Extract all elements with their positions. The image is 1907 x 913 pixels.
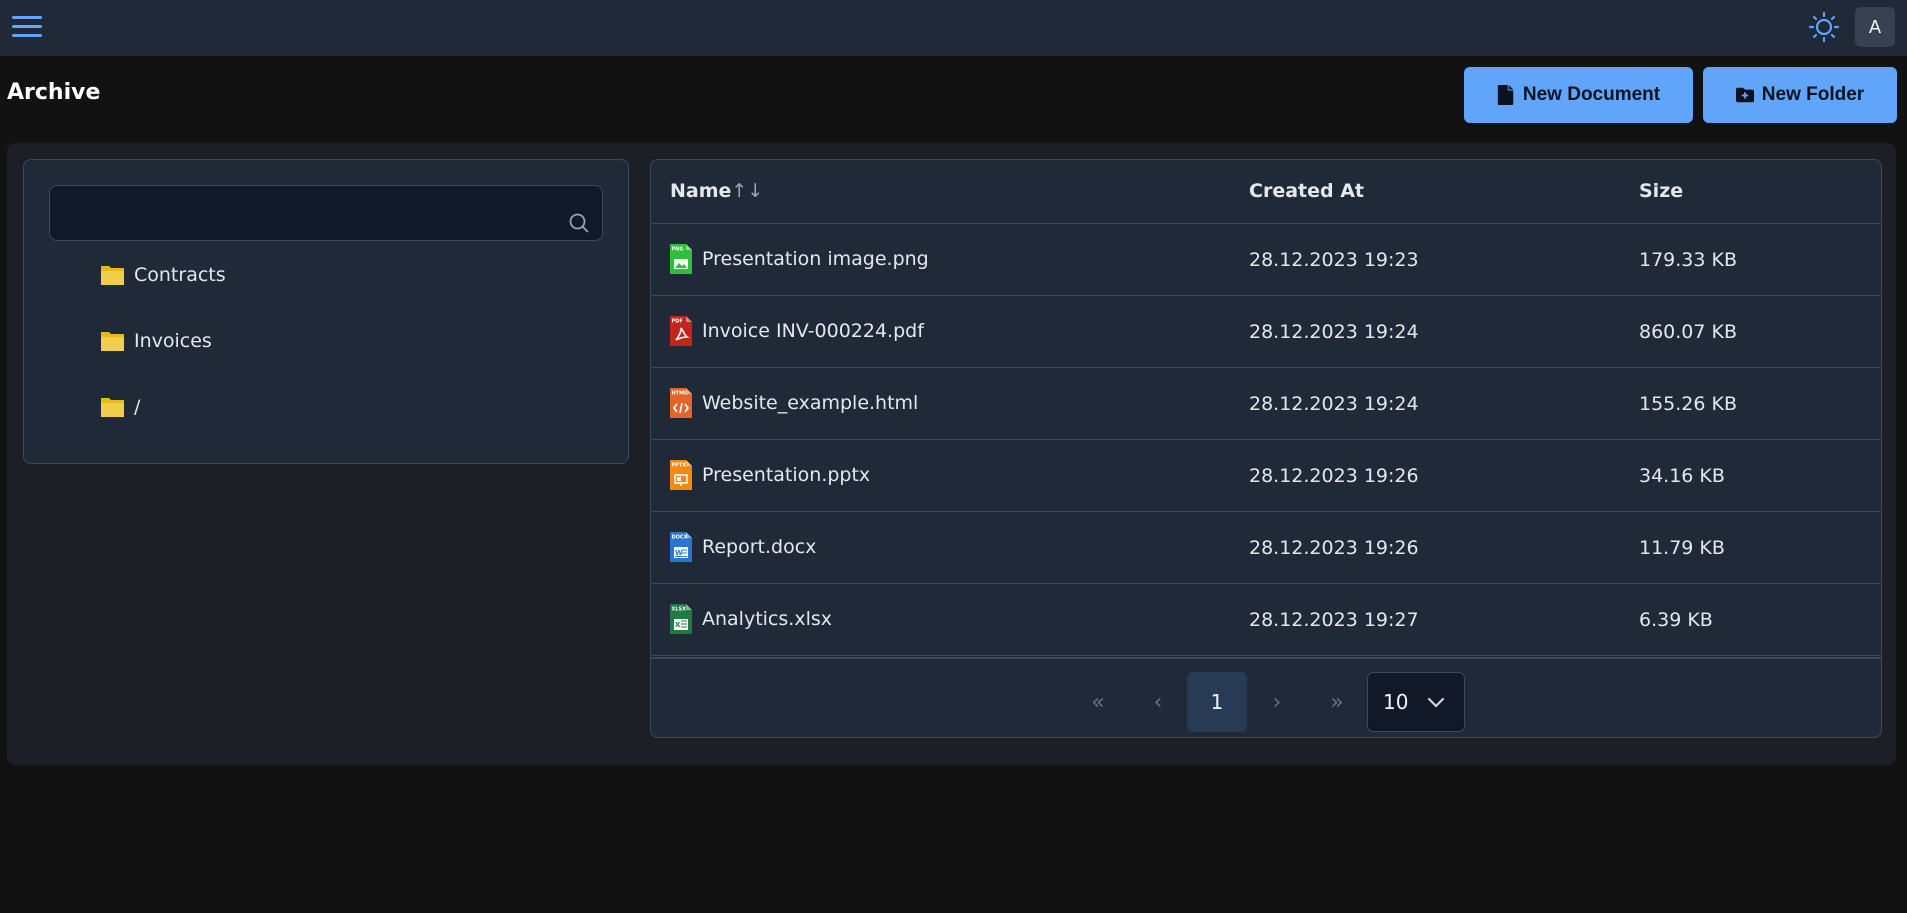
created-at-cell: 28.12.2023 19:26 — [1249, 537, 1419, 559]
column-header-size: Size — [1639, 180, 1684, 202]
tree-folder-label: Invoices — [134, 330, 212, 352]
docx-file-icon: DOCX W — [670, 532, 692, 562]
pdf-file-icon: PDF — [670, 316, 692, 346]
png-file-icon: PNG — [670, 244, 692, 274]
top-bar: A — [0, 0, 1907, 56]
last-page-button[interactable]: » — [1307, 672, 1367, 732]
column-name-label: Name — [670, 180, 732, 202]
size-cell: 860.07 KB — [1639, 321, 1738, 343]
chevron-down-icon — [1427, 697, 1445, 708]
previous-page-button[interactable]: ‹ — [1128, 672, 1188, 732]
file-name-cell: PPTX Presentation.pptx — [670, 460, 870, 490]
tree-folder-root[interactable]: / — [101, 396, 140, 418]
html-file-icon: HTML — [670, 388, 692, 418]
column-header-created-at: Created At — [1249, 180, 1364, 202]
tree-folder-contracts[interactable]: Contracts — [101, 264, 226, 286]
documents-table: Name↑↓ Created At Size PNG Presentation i… — [650, 159, 1882, 738]
file-name-cell: PNG Presentation image.png — [670, 244, 929, 274]
tree-folder-label: Contracts — [134, 264, 226, 286]
folder-search[interactable] — [49, 185, 603, 241]
table-row[interactable]: PDF Invoice INV-000224.pdf 28.12.2023 19:2… — [651, 296, 1881, 368]
new-document-label: New Document — [1522, 84, 1661, 105]
folder-icon — [101, 265, 124, 285]
size-cell: 179.33 KB — [1639, 249, 1738, 271]
rows-per-page-select[interactable]: 10 — [1367, 672, 1465, 732]
file-name[interactable]: Presentation image.png — [702, 248, 929, 270]
tree-folder-invoices[interactable]: Invoices — [101, 330, 212, 352]
sort-icon[interactable]: ↑↓ — [731, 180, 763, 202]
svg-text:DOCX: DOCX — [672, 535, 688, 541]
rows-per-page-value: 10 — [1383, 690, 1409, 714]
svg-text:PNG: PNG — [672, 247, 684, 253]
table-header: Name↑↓ Created At Size — [651, 160, 1881, 224]
search-icon[interactable] — [568, 212, 590, 234]
created-at-cell: 28.12.2023 19:27 — [1249, 609, 1419, 631]
file-name-cell: DOCX W Report.docx — [670, 532, 816, 562]
created-at-cell: 28.12.2023 19:24 — [1249, 321, 1419, 343]
size-cell: 11.79 KB — [1639, 537, 1725, 559]
svg-text:PDF: PDF — [672, 319, 683, 325]
svg-text:HTML: HTML — [672, 391, 689, 397]
svg-text:PPTX: PPTX — [672, 463, 687, 469]
file-name-cell: PDF Invoice INV-000224.pdf — [670, 316, 924, 346]
svg-text:W: W — [675, 549, 683, 557]
created-at-cell: 28.12.2023 19:24 — [1249, 393, 1419, 415]
current-page-button[interactable]: 1 — [1187, 672, 1247, 732]
document-icon — [1497, 85, 1514, 105]
size-cell: 155.26 KB — [1639, 393, 1738, 415]
file-name[interactable]: Analytics.xlsx — [702, 608, 832, 630]
xlsx-file-icon: XLSX X — [670, 604, 692, 634]
file-name-cell: HTML Website_example.html — [670, 388, 918, 418]
size-cell: 34.16 KB — [1639, 465, 1725, 487]
svg-text:X: X — [675, 621, 681, 629]
next-page-button[interactable]: › — [1247, 672, 1307, 732]
svg-text:XLSX: XLSX — [672, 607, 687, 613]
file-name[interactable]: Invoice INV-000224.pdf — [702, 320, 924, 342]
size-cell: 6.39 KB — [1639, 609, 1713, 631]
folder-icon — [101, 397, 124, 417]
created-at-cell: 28.12.2023 19:26 — [1249, 465, 1419, 487]
hamburger-menu-icon[interactable] — [12, 16, 42, 38]
column-header-name[interactable]: Name↑↓ — [670, 180, 763, 202]
table-row[interactable]: PPTX Presentation.pptx 28.12.2023 19:26 34.… — [651, 440, 1881, 512]
folder-icon — [101, 331, 124, 351]
pptx-file-icon: PPTX — [670, 460, 692, 490]
new-folder-label: New Folder — [1761, 84, 1865, 105]
file-name[interactable]: Website_example.html — [702, 392, 918, 414]
file-name[interactable]: Presentation.pptx — [702, 464, 870, 486]
pagination: « ‹ 1 › » 10 — [651, 657, 1881, 737]
sun-icon[interactable] — [1808, 11, 1840, 43]
table-row[interactable]: XLSX X Analytics.xlsx 28.12.2023 19:27 6.39 … — [651, 584, 1881, 656]
new-folder-button[interactable]: New Folder — [1703, 67, 1897, 123]
file-name[interactable]: Report.docx — [702, 536, 816, 558]
new-document-button[interactable]: New Document — [1464, 67, 1693, 123]
folder-plus-icon — [1735, 87, 1754, 103]
first-page-button[interactable]: « — [1068, 672, 1128, 732]
page-title: Archive — [7, 80, 101, 105]
folder-search-input[interactable] — [50, 186, 602, 240]
table-row[interactable]: HTML Website_example.html 28.12.2023 19:24… — [651, 368, 1881, 440]
file-name-cell: XLSX X Analytics.xlsx — [670, 604, 832, 634]
user-avatar[interactable]: A — [1855, 7, 1895, 47]
table-row[interactable]: DOCX W Report.docx 28.12.2023 19:26 11.79 KB — [651, 512, 1881, 584]
created-at-cell: 28.12.2023 19:23 — [1249, 249, 1419, 271]
table-row[interactable]: PNG Presentation image.png 28.12.2023 19:2… — [651, 224, 1881, 296]
tree-folder-label: / — [134, 396, 141, 418]
